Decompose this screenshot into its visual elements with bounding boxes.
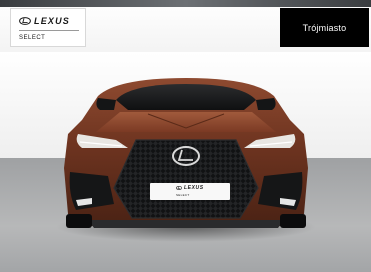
license-plate: LEXUS SELECT [150,183,230,200]
location-button[interactable]: Trójmiasto [280,8,369,47]
brand-sub-label: SELECT [19,35,46,41]
plate-sub-label: SELECT [176,193,190,197]
lexus-emblem-icon [176,186,182,190]
logo-wordmark-row: LEXUS [19,16,70,26]
plate-wordmark-row: LEXUS [176,185,204,191]
plate-wordmark: LEXUS [184,185,204,191]
lexus-select-logo[interactable]: LEXUS SELECT [10,8,86,47]
top-edge-strip [0,0,371,7]
logo-divider [19,30,79,31]
car-image [64,78,308,228]
vehicle-hero: LEXUS SELECT Trójmiasto LEXUS SELECT [0,0,371,272]
lexus-emblem-icon [19,17,31,25]
brand-wordmark: LEXUS [34,16,71,26]
